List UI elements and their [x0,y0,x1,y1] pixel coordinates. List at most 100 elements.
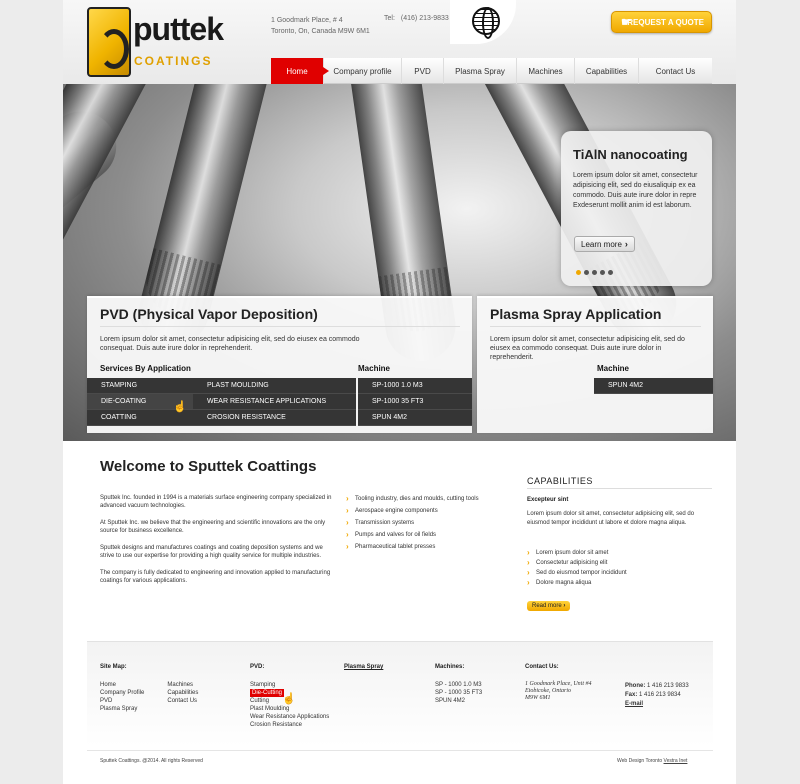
learn-more-label: Learn more [581,240,622,249]
copyright: Sputtek Coattings. @2014. All rights Res… [100,758,203,764]
nav-contact-us[interactable]: Contact Us [639,58,712,84]
list-item: Tooling industry, dies and moulds, cutti… [346,494,479,508]
pvd-description: Lorem ipsum dolor sit amet, consectetur … [100,336,360,352]
list-item: Pharmaceutical tablet presses [346,542,479,556]
footer-machines-heading: Machines: [435,664,465,670]
read-more-button[interactable]: Read more › [527,601,571,611]
nav-plasma-spray[interactable]: Plasma Spray [444,58,517,84]
footer-link-capabilities[interactable]: Capabilities [167,689,198,697]
list-item: Lorem ipsum dolor sit amet [527,548,627,560]
email-link[interactable]: E-mail [625,701,643,707]
service-crosion-resistance[interactable]: CROSION RESISTANCE [193,410,356,426]
footer-link-pvd[interactable]: PVD [100,697,144,705]
mouse-cursor-icon: ☝ [282,693,296,705]
slider-dot[interactable] [576,270,581,275]
footer-link-plast-moulding[interactable]: Plast Moulding [250,705,329,713]
footer-link-sp1000-m3[interactable]: SP - 1000 1.0 M3 [435,681,482,689]
logo-word: puttek [133,11,224,47]
machine-spun-4m2[interactable]: SPUN 4M2 [358,410,472,426]
footer-link-stamping[interactable]: Stamping [250,681,329,689]
hand-icon: ☛ [621,15,632,29]
list-item: Transmission systems [346,518,479,532]
credit-link[interactable]: Vestra Inet [664,758,688,764]
nav-machines[interactable]: Machines [517,58,575,84]
footer-link-spun-4m2[interactable]: SPUN 4M2 [435,697,482,705]
footer-link-machines[interactable]: Machines [167,681,198,689]
footer-plasma-heading[interactable]: Plasma Spray [344,664,383,670]
welcome-paragraph: At Sputtek Inc. we believe that the engi… [100,520,326,534]
welcome-body: Sputtek Inc. founded in 1994 is a materi… [100,494,335,594]
fax-value: 1 416 213 9834 [639,692,681,698]
phone-value: 1 416 213 9833 [647,683,689,689]
capabilities-text: Lorem ipsum dolor sit amet, consectetur … [527,511,695,526]
footer-link-company-profile[interactable]: Company Profile [100,689,144,697]
footer-sitemap: Site Map: Home Company Profile PVD Plasm… [100,664,198,713]
service-plast-moulding[interactable]: PLAST MOULDING [193,378,356,394]
list-item: Aerospace engine components [346,506,479,520]
address-line-1: 1 Goodmark Place, # 4 [271,17,343,24]
nav-company-profile[interactable]: Company profile [324,58,402,84]
welcome-paragraph: The company is fully dedicated to engine… [100,570,331,584]
industry-list: Tooling industry, dies and moulds, cutti… [346,494,479,556]
footer-phone-block: Phone: 1 416 213 9833 Fax: 1 416 213 983… [625,682,689,709]
machine-spun-4m2[interactable]: SPUN 4M2 [594,378,713,394]
slider-dot[interactable] [592,270,597,275]
contact-address-line: M9W 6M1 [525,695,551,701]
tel-value: (416) 213-9833 [400,15,449,22]
site-logo[interactable]: puttek COATINGS [87,7,247,79]
footer-machines: Machines: SP - 1000 1.0 M3 SP - 1000 35 … [435,664,482,705]
pvd-machine-list: SP-1000 1.0 M3 SP-1000 35 FT3 SPUN 4M2 [358,378,472,426]
contact-address-line: 1 Goodmark Place, Unit #4 [525,681,592,687]
divider [100,326,460,327]
capabilities-list: Lorem ipsum dolor sit amet Consectetur a… [527,548,627,590]
footer-link-die-cutting[interactable]: Die-Cutting [250,689,285,697]
plasma-description: Lorem ipsum dolor sit amet, consectetur … [490,336,685,361]
capabilities-subtitle: Excepteur sint [527,497,569,503]
header-address: 1 Goodmark Place, # 4 Toronto, On, Canad… [271,15,370,37]
promo-box: TiAlN nanocoating Lorem ipsum dolor sit … [561,131,712,286]
credit-text: Web Design Toronto [617,758,663,764]
service-stamping[interactable]: STAMPING [87,378,193,394]
divider [87,750,713,751]
learn-more-button[interactable]: Learn more › [574,236,635,252]
slider-dot[interactable] [608,270,613,275]
footer-link-sp1000-ft3[interactable]: SP - 1000 35 FT3 [435,689,482,697]
list-item: Consectetur adipisicing elit [527,558,627,570]
machine-sp1000-m3[interactable]: SP-1000 1.0 M3 [358,378,472,394]
welcome-title: Welcome to Sputtek Coattings [100,458,317,475]
footer-contact-heading: Contact Us: [525,664,559,670]
footer-contact: Contact Us: 1 Goodmark Place, Unit #4 Et… [525,664,592,702]
globe-icon[interactable] [472,7,500,39]
sitemap-heading: Site Map: [100,664,127,670]
footer-link-crosion-resistance[interactable]: Crosion Resistance [250,721,329,729]
slider-dots [576,270,613,275]
main-nav: Home Company profile PVD Plasma Spray Ma… [271,58,712,84]
capabilities-title: CAPABILITIES [527,476,593,486]
services-list: STAMPING DIE-COATING COATTING PLAST MOUL… [87,378,356,426]
logo-subtitle: COATINGS [134,54,213,68]
plasma-machine-list: SPUN 4M2 [594,378,713,394]
footer-link-plasma-spray[interactable]: Plasma Spray [100,705,144,713]
slider-dot[interactable] [584,270,589,275]
tel-label: Tel: [384,15,395,22]
footer-link-home[interactable]: Home [100,681,144,689]
slider-dot[interactable] [600,270,605,275]
welcome-paragraph: Sputtek designs and manufactures coating… [100,545,323,559]
design-credit: Web Design Toronto Vestra Inet [617,758,687,764]
service-wear-resistance[interactable]: WEAR RESISTANCE APPLICATIONS [193,394,356,410]
request-quote-button[interactable]: ☛ REQUEST A QUOTE [611,11,712,33]
nav-pvd[interactable]: PVD [402,58,444,84]
address-line-2: Toronto, On, Canada M9W 6M1 [271,28,370,35]
fax-label: Fax: [625,692,638,698]
footer-link-wear-resistance[interactable]: Wear Resistance Applications [250,713,329,721]
services-heading: Services By Application [100,364,191,373]
pvd-machine-heading: Machine [358,364,391,373]
read-more-label: Read more [532,603,562,609]
divider [490,326,701,327]
machine-sp1000-ft3[interactable]: SP-1000 35 FT3 [358,394,472,410]
nav-home[interactable]: Home [271,58,329,84]
nav-capabilities[interactable]: Capabilities [575,58,639,84]
pvd-title: PVD (Physical Vapor Deposition) [100,306,318,322]
list-item: Dolore magna aliqua [527,578,627,590]
footer-link-contact-us[interactable]: Contact Us [167,697,198,705]
